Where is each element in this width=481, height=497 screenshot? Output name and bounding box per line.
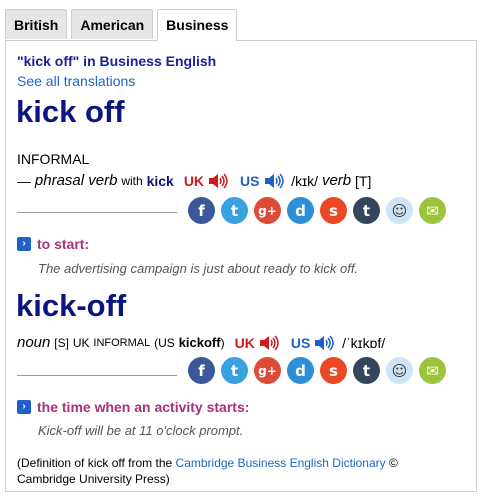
- tab-british[interactable]: British: [5, 9, 68, 39]
- diigo-icon[interactable]: d: [287, 357, 314, 384]
- uk-speaker-icon[interactable]: [208, 173, 228, 189]
- pronunciation: /ˈkɪkɒf/: [342, 334, 386, 351]
- tab-business[interactable]: Business: [157, 9, 238, 41]
- register-label: INFORMAL: [17, 151, 90, 167]
- us-speaker-icon[interactable]: [314, 335, 335, 351]
- tumblr-icon[interactable]: t: [353, 197, 380, 224]
- chevron-right-icon[interactable]: ›: [17, 400, 31, 414]
- share-icons: f t g+ d s t ☺ ✉: [188, 357, 452, 384]
- tab-american[interactable]: American: [71, 9, 154, 39]
- reddit-icon[interactable]: ☺: [386, 197, 413, 224]
- part-of-speech: phrasal verb: [34, 172, 118, 189]
- uk-speaker-icon[interactable]: [259, 335, 279, 351]
- region-label: UK: [72, 335, 90, 350]
- uk-label: UK: [183, 172, 205, 189]
- see-all-translations-link[interactable]: See all translations: [17, 73, 135, 89]
- twitter-icon[interactable]: t: [221, 357, 248, 384]
- reddit-icon[interactable]: ☺: [386, 357, 413, 384]
- divider: [17, 212, 177, 213]
- divider: [17, 375, 177, 376]
- cambridge-dictionary-link[interactable]: Cambridge Business English Dictionary: [176, 456, 386, 470]
- example-sentence: The advertising campaign is just about r…: [38, 261, 359, 276]
- definition-2: › the time when an activity starts:: [17, 399, 249, 415]
- source-attribution: (Definition of kick off from the Cambrid…: [17, 455, 457, 487]
- uk-label: UK: [234, 334, 255, 351]
- us-label: US: [240, 172, 260, 189]
- definition-text: to start:: [37, 236, 90, 252]
- example-sentence: Kick-off will be at 11 o'clock prompt.: [38, 423, 244, 438]
- us-open: (US: [154, 335, 175, 350]
- us-label: US: [290, 334, 311, 351]
- tumblr-icon[interactable]: t: [353, 357, 380, 384]
- register-label: INFORMAL: [93, 336, 151, 349]
- entry1-grammar-line: — phrasal verb with kick UK US /kɪk/ ver…: [17, 172, 371, 189]
- us-speaker-icon[interactable]: [264, 173, 284, 189]
- diigo-icon[interactable]: d: [287, 197, 314, 224]
- grammar-code: [S]: [54, 335, 69, 350]
- google-plus-icon[interactable]: g+: [254, 357, 281, 384]
- attribution-prefix: (Definition of kick off from the: [17, 456, 173, 470]
- stumbleupon-icon[interactable]: s: [320, 357, 347, 384]
- us-close: ): [220, 335, 225, 350]
- share-icons: f t g+ d s t ☺ ✉: [188, 197, 452, 224]
- dash: —: [17, 172, 31, 189]
- with-label: with: [121, 173, 143, 188]
- chevron-right-icon[interactable]: ›: [17, 237, 31, 251]
- definition-text: the time when an activity starts:: [37, 399, 250, 415]
- twitter-icon[interactable]: t: [221, 197, 248, 224]
- part-of-speech: noun: [17, 334, 51, 351]
- dictionary-tabs: British American Business: [5, 9, 241, 41]
- email-icon[interactable]: ✉: [419, 197, 446, 224]
- part-of-speech-2: verb: [321, 172, 352, 189]
- google-plus-icon[interactable]: g+: [254, 197, 281, 224]
- headword-kick-off-noun: kick-off: [16, 288, 127, 323]
- facebook-icon[interactable]: f: [188, 197, 215, 224]
- entry2-grammar-line: noun [S] UK INFORMAL (US kickoff) UK US …: [17, 334, 385, 351]
- headword-kick-off: kick off: [16, 94, 125, 129]
- stumbleupon-icon[interactable]: s: [320, 197, 347, 224]
- grammar-code: [T]: [355, 172, 372, 189]
- page-title: "kick off" in Business English: [17, 53, 217, 69]
- facebook-icon[interactable]: f: [188, 357, 215, 384]
- us-variant: kickoff: [178, 335, 221, 350]
- definition-1: › to start:: [17, 236, 89, 252]
- pronunciation: /kɪk/: [291, 172, 319, 189]
- with-word: kick: [146, 172, 174, 189]
- email-icon[interactable]: ✉: [419, 357, 446, 384]
